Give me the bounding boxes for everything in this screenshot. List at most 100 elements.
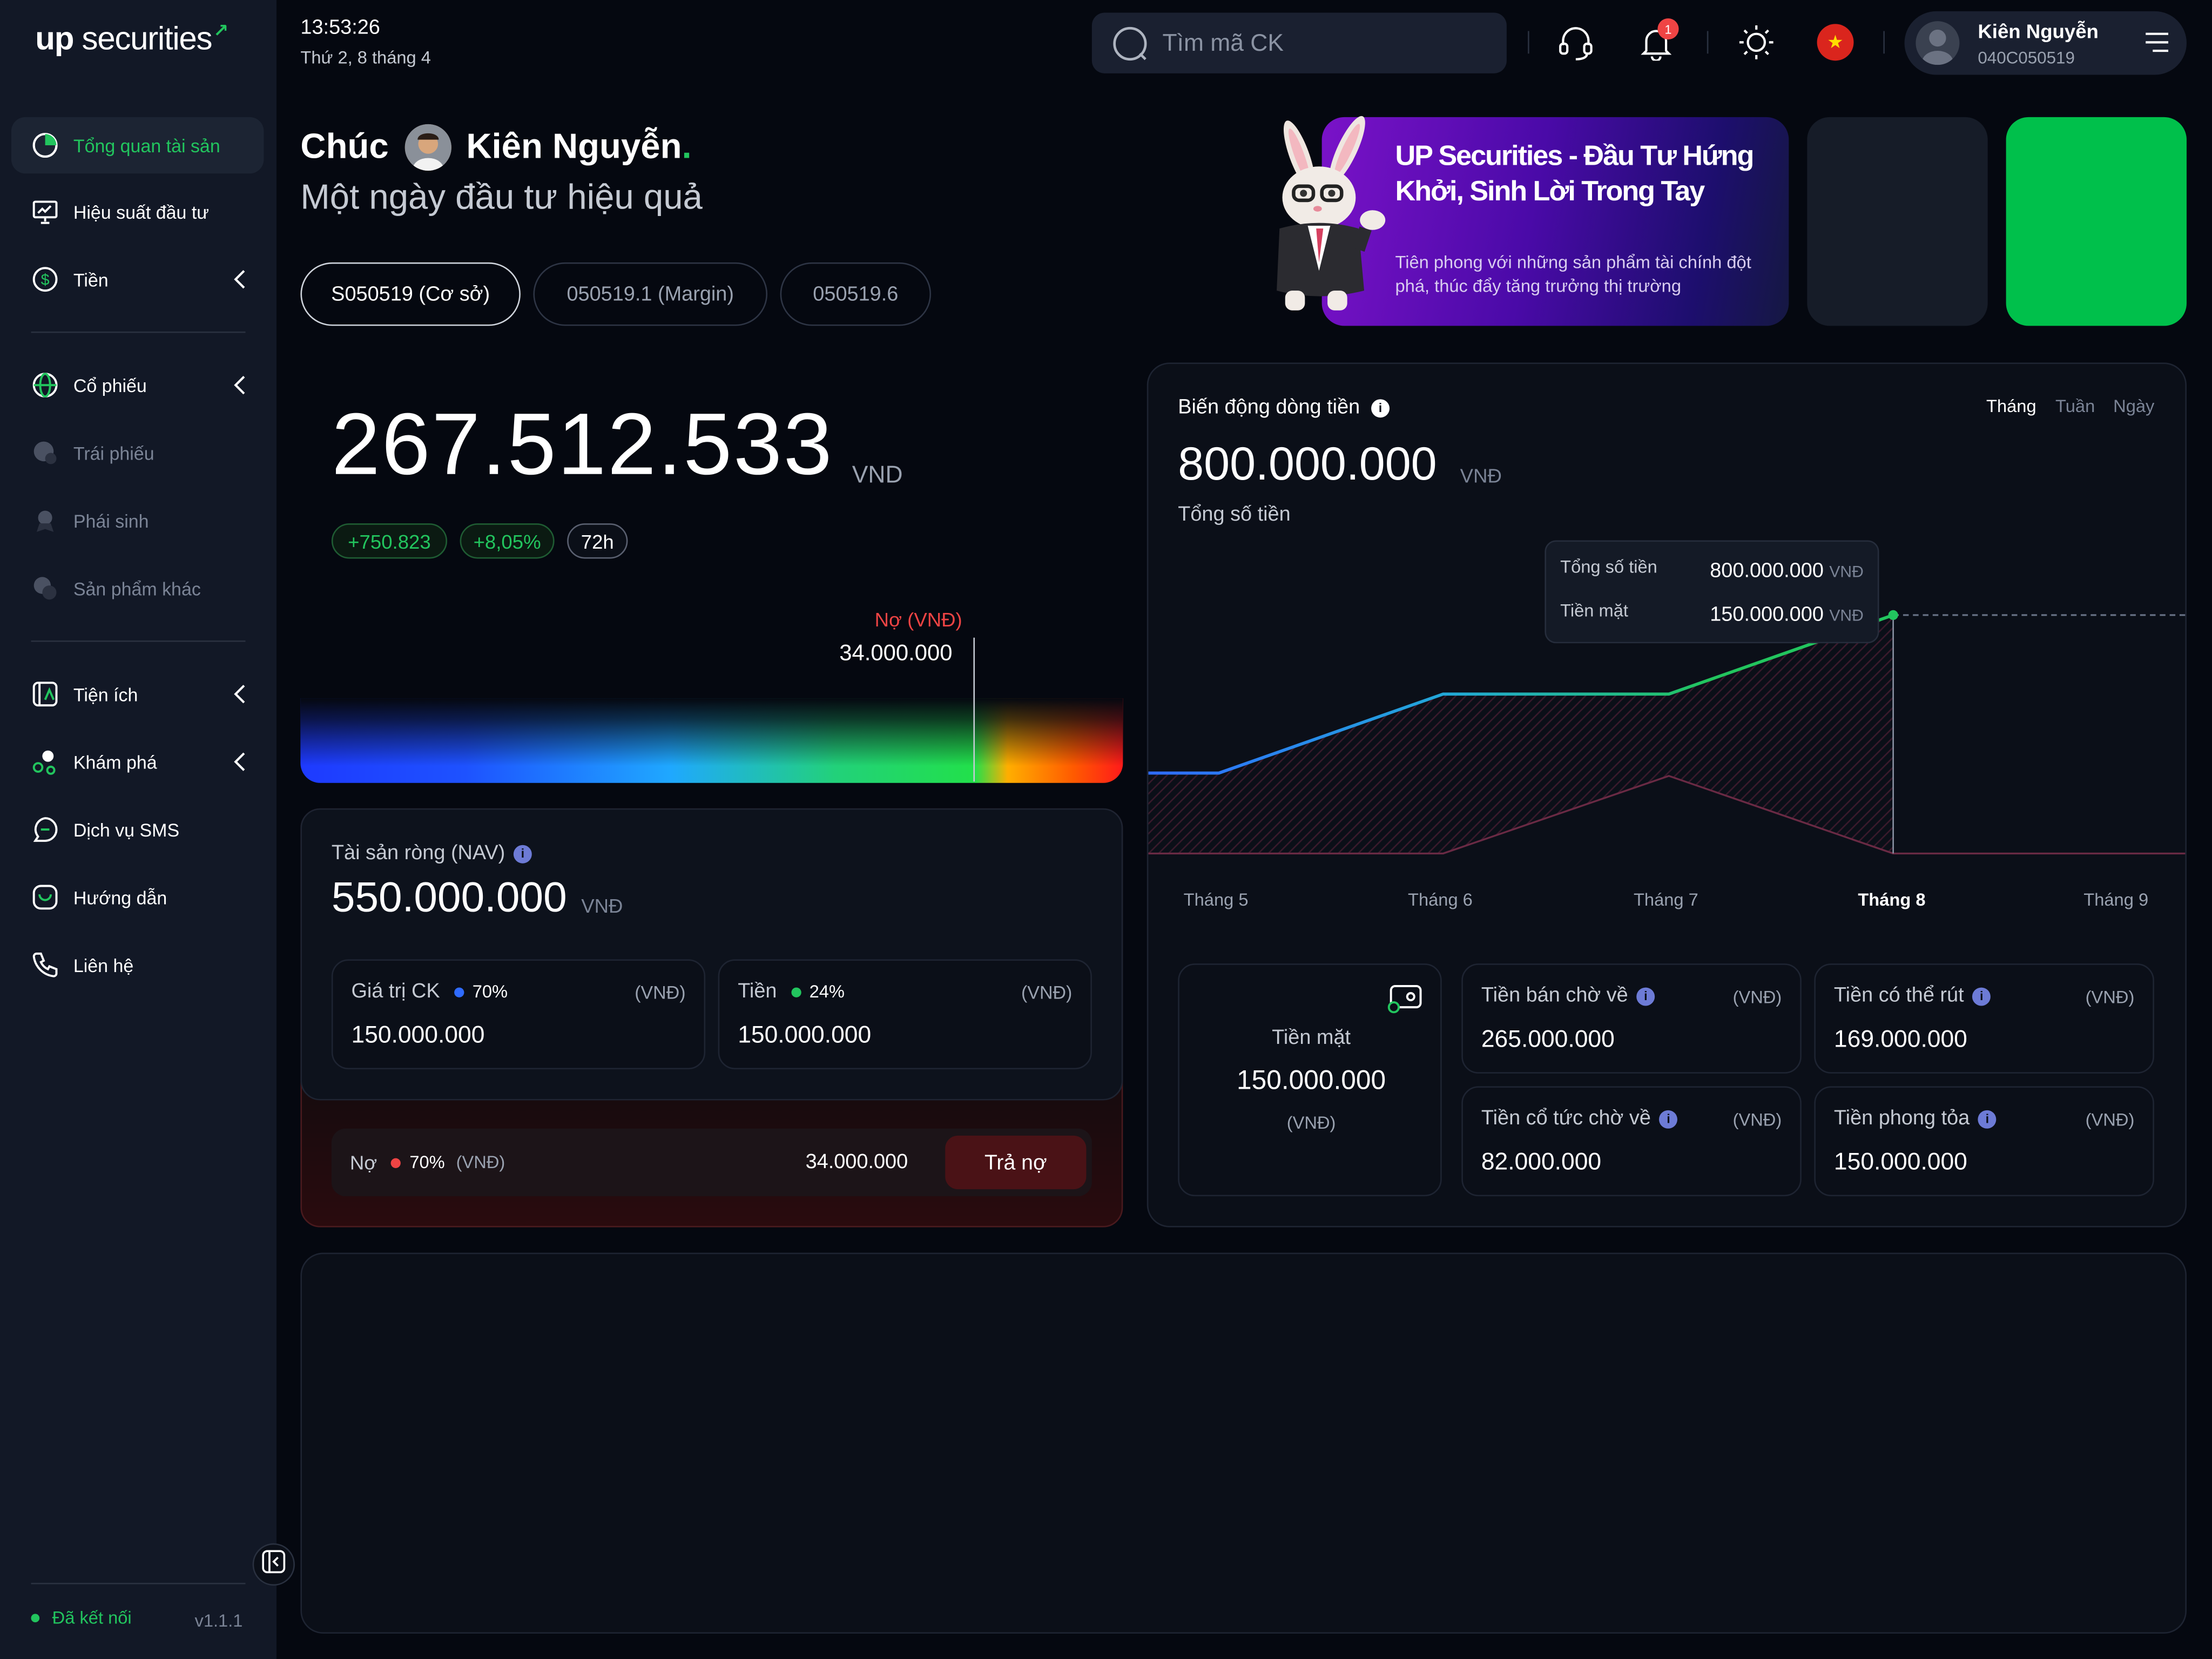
cash-on-hand-card[interactable]: Tiền mặt 150.000.000 (VNĐ) bbox=[1178, 963, 1442, 1197]
info-icon[interactable]: i bbox=[1371, 398, 1390, 417]
period-month-tab[interactable]: Tháng bbox=[1986, 396, 2036, 416]
tooltip-total-number: 800.000.000 bbox=[1710, 560, 1824, 583]
cash-value-card[interactable]: Tiền 24% (VNĐ) 150.000.000 bbox=[718, 959, 1092, 1070]
sidebar-item-label: Tiền bbox=[73, 268, 109, 290]
search-input[interactable]: Tìm mã CK bbox=[1162, 29, 1284, 57]
stock-value-card[interactable]: Giá trị CK 70% (VNĐ) 150.000.000 bbox=[331, 959, 706, 1070]
tooltip-cash-label: Tiền mặt bbox=[1560, 601, 1628, 621]
withdrawable-card[interactable]: Tiền có thể rút i (VNĐ) 169.000.000 bbox=[1814, 963, 2154, 1074]
promo-card-placeholder[interactable] bbox=[1807, 117, 1988, 326]
pie-chart-icon bbox=[31, 131, 59, 159]
sidebar-item-label: Hiệu suất đầu tư bbox=[73, 201, 210, 222]
chevron-left-icon[interactable] bbox=[233, 268, 247, 295]
tooltip-total-unit: VNĐ bbox=[1829, 564, 1864, 582]
nav-unit: VNĐ bbox=[581, 894, 623, 917]
phone-icon bbox=[31, 951, 59, 979]
promo-description: Tiên phong với những sản phẩm tài chính … bbox=[1395, 252, 1751, 296]
pay-debt-button[interactable]: Trả nợ bbox=[945, 1135, 1087, 1190]
sidebar-item-utilities[interactable]: Tiện ích bbox=[11, 666, 264, 722]
tooltip-total-value: 800.000.000 VNĐ bbox=[1710, 560, 1864, 583]
sidebar-item-derivatives[interactable]: Phái sinh bbox=[11, 493, 264, 549]
greeting-heading: Chúc Kiên Nguyễn. bbox=[300, 124, 692, 171]
brand-logo[interactable]: up securities ↗ bbox=[35, 20, 228, 58]
info-icon[interactable]: i bbox=[1972, 987, 1991, 1006]
cash-unit: (VNĐ) bbox=[1021, 982, 1073, 1003]
info-icon[interactable]: i bbox=[1659, 1109, 1678, 1128]
sidebar-item-other-products[interactable]: Sản phẩm khác bbox=[11, 560, 264, 616]
x-tick-label: Tháng 9 bbox=[2083, 890, 2149, 910]
info-icon[interactable]: i bbox=[1978, 1109, 1997, 1128]
asset-gradient-bar bbox=[300, 698, 1123, 783]
stock-value: 150.000.000 bbox=[351, 1021, 485, 1048]
sidebar-item-contact[interactable]: Liên hệ bbox=[11, 937, 264, 993]
debt-marker-line bbox=[973, 637, 975, 782]
pending-sale-unit: (VNĐ) bbox=[1732, 987, 1782, 1008]
greeting-subtitle: Một ngày đầu tư hiệu quả bbox=[300, 178, 703, 218]
theme-sun-icon[interactable] bbox=[1737, 23, 1776, 62]
promo-card-green[interactable] bbox=[2006, 117, 2187, 326]
sidebar-item-label: Tổng quan tài sản bbox=[73, 134, 220, 156]
avatar bbox=[1916, 21, 1960, 65]
user-menu[interactable]: Kiên Nguyễn 040C050519 bbox=[1904, 11, 2187, 75]
pending-dividend-card[interactable]: Tiền cổ tức chờ về i (VNĐ) 82.000.000 bbox=[1461, 1086, 1802, 1197]
portfolio-total: 267.512.533 bbox=[331, 396, 834, 494]
explore-icon bbox=[31, 747, 59, 775]
cash-dot bbox=[791, 987, 801, 997]
debt-unit: (VNĐ) bbox=[456, 1152, 505, 1172]
bond-icon bbox=[31, 439, 59, 467]
promo-title: UP Securities - Đầu Tư Hứng Khởi, Sinh L… bbox=[1395, 141, 1755, 207]
greeting-name: Kiên Nguyễn bbox=[466, 127, 682, 167]
user-name: Kiên Nguyễn bbox=[1978, 19, 2099, 43]
dollar-circle-icon: $ bbox=[31, 265, 59, 293]
sidebar-item-bonds[interactable]: Trái phiếu bbox=[11, 424, 264, 481]
info-icon[interactable]: i bbox=[513, 844, 532, 863]
vietnam-flag-icon[interactable]: ★ bbox=[1817, 24, 1854, 61]
bottom-panel bbox=[300, 1252, 2187, 1634]
search-box[interactable]: Tìm mã CK bbox=[1091, 12, 1507, 73]
period-week-tab[interactable]: Tuần bbox=[2055, 396, 2095, 416]
change-pct-badge: +8,05% bbox=[460, 523, 555, 559]
status-dot bbox=[31, 1614, 40, 1623]
sidebar-item-performance[interactable]: Hiệu suất đầu tư bbox=[11, 184, 264, 240]
account-tab-6[interactable]: 050519.6 bbox=[780, 262, 932, 326]
sidebar-item-explore[interactable]: Khám phá bbox=[11, 733, 264, 790]
chevron-left-icon[interactable] bbox=[233, 751, 247, 778]
pending-sale-card[interactable]: Tiền bán chờ về i (VNĐ) 265.000.000 bbox=[1461, 963, 1802, 1074]
blocked-funds-card[interactable]: Tiền phong tỏa i (VNĐ) 150.000.000 bbox=[1814, 1086, 2154, 1197]
debt-row: Nợ 70% (VNĐ) 34.000.000 Trả nợ bbox=[331, 1128, 1092, 1197]
debt-marker-value: 34.000.000 bbox=[839, 642, 953, 666]
debt-row-title: Nợ 70% (VNĐ) bbox=[350, 1151, 505, 1174]
pending-sale-value: 265.000.000 bbox=[1481, 1026, 1615, 1053]
nav-label-text: Tài sản ròng (NAV) bbox=[331, 842, 505, 865]
sidebar-item-label: Liên hệ bbox=[73, 954, 134, 976]
cashflow-unit: VNĐ bbox=[1460, 464, 1502, 487]
debt-marker-label: Nợ (VNĐ) bbox=[874, 608, 962, 631]
cashflow-title-text: Biến động dòng tiền bbox=[1178, 396, 1360, 419]
blocked-funds-value: 150.000.000 bbox=[1833, 1148, 1967, 1175]
chevron-left-icon[interactable] bbox=[233, 374, 247, 401]
sidebar-item-guide[interactable]: Hướng dẫn bbox=[11, 869, 264, 925]
sidebar-item-overview[interactable]: Tổng quan tài sản bbox=[11, 117, 264, 174]
user-id: 040C050519 bbox=[1978, 48, 2075, 68]
notification-badge: 1 bbox=[1657, 18, 1679, 40]
sidebar-item-cash[interactable]: $ Tiền bbox=[11, 251, 264, 307]
period-day-tab[interactable]: Ngày bbox=[2113, 396, 2154, 416]
hamburger-menu-icon[interactable] bbox=[2144, 31, 2170, 60]
sidebar-item-stocks[interactable]: Cổ phiếu bbox=[11, 357, 264, 413]
collapse-sidebar-button[interactable] bbox=[252, 1543, 295, 1586]
debt-pct: 70% bbox=[409, 1152, 445, 1172]
chevron-left-icon[interactable] bbox=[233, 683, 247, 710]
support-headset-icon[interactable] bbox=[1556, 23, 1595, 62]
stock-dot bbox=[454, 987, 464, 997]
sidebar-item-sms[interactable]: Dịch vụ SMS bbox=[11, 801, 264, 858]
svg-text:$: $ bbox=[41, 272, 50, 289]
account-tab-margin[interactable]: 050519.1 (Margin) bbox=[533, 262, 768, 326]
account-tab-base[interactable]: S050519 (Cơ sở) bbox=[300, 262, 521, 326]
period-badge[interactable]: 72h bbox=[567, 523, 628, 559]
hover-point bbox=[1888, 610, 1898, 621]
info-icon[interactable]: i bbox=[1636, 987, 1655, 1006]
cash-on-hand-label: Tiền mặt bbox=[1272, 1027, 1351, 1050]
cashflow-subtitle: Tổng số tiền bbox=[1178, 503, 1291, 527]
sidebar-item-label: Trái phiếu bbox=[73, 442, 154, 464]
nav-label: Tài sản ròng (NAV) i bbox=[332, 842, 532, 865]
